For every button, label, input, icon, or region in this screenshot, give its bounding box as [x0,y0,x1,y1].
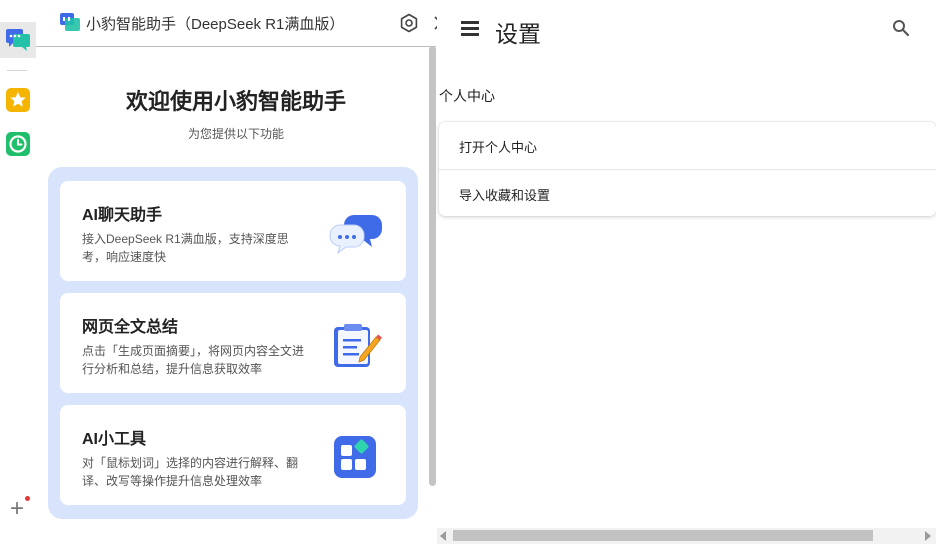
horizontal-scrollbar[interactable] [437,528,936,544]
scroll-left-arrow-icon[interactable] [440,531,446,541]
panel-title: 小豹智能助手（DeepSeek R1满血版） [86,16,345,33]
welcome-subtitle: 为您提供以下功能 [187,127,284,141]
star-icon[interactable] [5,87,31,113]
settings-page: 设置 个人中心 打开个人中心 导入收藏和设置 [437,0,936,544]
app-grid-icon [334,436,376,478]
page-title: 设置 [495,21,541,47]
feature-card-chat[interactable]: AI聊天助手 接入DeepSeek R1满血版，支持深度思考，响应速度快 [60,181,406,281]
section-heading: 个人中心 [439,88,495,104]
feature-desc: 点击「生成页面摘要」，将网页内容全文进行分析和总结，提升信息获取效率 [82,344,305,376]
welcome-heading: 欢迎使用小豹智能助手 [125,89,346,114]
feature-title: 网页全文总结 [82,319,179,336]
gear-icon[interactable] [399,13,419,33]
rail-divider [7,70,27,71]
feature-title: AI聊天助手 [82,207,163,224]
scroll-thumb[interactable] [453,530,873,541]
feature-list: AI聊天助手 接入DeepSeek R1满血版，支持深度思考，响应速度快 网页全… [48,167,418,519]
clock-icon[interactable] [5,131,31,157]
notification-dot [25,496,30,501]
assistant-logo-icon [60,13,80,31]
clipboard-pencil-icon [334,324,382,367]
menu-divider [439,169,936,170]
panel-header: 小豹智能助手（DeepSeek R1满血版） [60,0,460,46]
feature-title: AI小工具 [82,431,147,448]
feature-card-tools[interactable]: AI小工具 对「鼠标划词」选择的内容进行解释、翻译、改写等操作提升信息处理效率 [60,405,406,505]
scroll-right-arrow-icon[interactable] [925,531,931,541]
hamburger-menu-icon[interactable] [461,20,479,36]
feature-desc: 对「鼠标划词」选择的内容进行解释、翻译、改写等操作提升信息处理效率 [82,456,299,488]
panel-header-divider [36,46,436,47]
feature-card-summary[interactable]: 网页全文总结 点击「生成页面摘要」，将网页内容全文进行分析和总结，提升信息获取效… [60,293,406,393]
search-icon[interactable] [892,19,910,37]
feature-desc: 接入DeepSeek R1满血版，支持深度思考，响应速度快 [82,232,289,264]
open-profile-item[interactable]: 打开个人中心 [459,137,537,156]
import-bookmarks-item[interactable]: 导入收藏和设置 [459,185,550,204]
chat-bubbles-icon[interactable] [5,27,31,53]
icon-rail: + [0,0,37,544]
chat-bubbles-icon [329,215,382,255]
add-plugin-button[interactable]: + [6,497,28,521]
settings-menu: 打开个人中心 导入收藏和设置 [439,122,936,216]
